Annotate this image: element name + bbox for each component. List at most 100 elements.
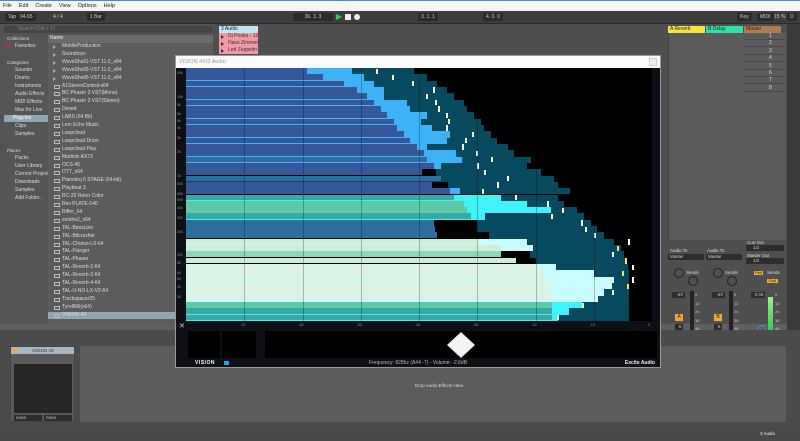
volume-master[interactable]: 0.00 [751, 292, 765, 298]
scene-launch-4[interactable]: 4 [744, 55, 785, 63]
category-instruments[interactable]: Instruments [7, 83, 41, 90]
scene-launch-8[interactable]: 8 [744, 85, 785, 92]
post-button[interactable]: Post [754, 271, 763, 275]
place-downloads[interactable]: Downloads [7, 179, 40, 186]
track-activator-b[interactable]: B [714, 314, 722, 321]
output-dropdown-a[interactable]: Master [668, 254, 704, 260]
place-samples[interactable]: Samples [7, 187, 34, 194]
clip-slot[interactable]: Hans Zimmer - 0 [219, 40, 258, 47]
band-peak-hold [556, 315, 559, 321]
collection-favorites[interactable]: Favorites [7, 43, 36, 50]
category-audio-effects[interactable]: Audio Effects [7, 91, 44, 98]
signature-field[interactable]: 4 / 4 [50, 13, 66, 21]
scene-launch-6[interactable]: 6 [744, 70, 785, 77]
cue-out-dropdown[interactable]: 1/2 [746, 245, 784, 251]
band-level [186, 245, 501, 251]
vectorscope-shape [446, 331, 476, 358]
plugin-icon [54, 187, 60, 192]
plugin-label: BC Phaser 3 VST(Stereo) [62, 98, 120, 105]
category-clips[interactable]: Clips [7, 123, 26, 130]
spectrum-plot [186, 68, 652, 321]
plugin-icon [54, 131, 60, 136]
send-b-knob[interactable] [688, 276, 698, 286]
plugin-window[interactable]: VISION 4X/3 Audio 20k 10k 8k 6k 5k 4k 3k 2k 1k 80… [175, 55, 661, 368]
close-button[interactable] [649, 58, 657, 66]
output-dropdown-b[interactable]: Master [706, 254, 742, 260]
sidechain-dropdown-b[interactable]: none [44, 415, 72, 421]
scene-launch-1[interactable]: 1 [744, 33, 785, 40]
clip-play-icon[interactable] [221, 41, 224, 46]
menu-file[interactable]: File [3, 3, 12, 9]
category-samples[interactable]: Samples [7, 131, 34, 138]
plugin-icon [54, 171, 60, 176]
song-position[interactable]: 36. 3. 3 [293, 13, 333, 21]
folder-label: WaveShell3-VST 11.0_x64 [62, 66, 122, 73]
db-axis-label: -30 [473, 323, 479, 327]
device-power-icon[interactable] [13, 348, 18, 353]
plugin-label: TAL-Flanger [62, 248, 90, 255]
send-a-knob[interactable] [713, 268, 723, 278]
menu-edit[interactable]: Edit [19, 3, 28, 9]
place-packs[interactable]: Packs [7, 155, 29, 162]
track-header-return[interactable]: Master [744, 26, 781, 33]
sidechain-dropdown-a[interactable]: none [14, 415, 42, 421]
key-map-button[interactable]: Key [737, 13, 752, 21]
plugin-label: soothe2_x64 [62, 216, 91, 223]
clip-slot[interactable]: Dj Pooka - 12. Ni [219, 33, 258, 40]
menu-help[interactable]: Help [104, 3, 115, 9]
volume-a[interactable]: -Inf [672, 292, 685, 298]
expand-icon[interactable]: ✕ [179, 322, 185, 330]
device-vision-4x[interactable]: VISION 4X none none [10, 346, 75, 422]
search-input[interactable]: Search (Ctrl + F) [4, 26, 212, 33]
scene-launch-5[interactable]: 5 [744, 63, 785, 70]
frequency-label: 300 [177, 215, 183, 220]
send-a-knob[interactable] [674, 268, 684, 278]
clip-slot[interactable]: Led Zeppelin - 0 [219, 47, 258, 54]
category-max-for-live[interactable]: Max for Live [7, 107, 42, 114]
category-drums[interactable]: Drums [7, 75, 30, 82]
clip-play-icon[interactable] [221, 48, 224, 53]
menu-options[interactable]: Options [78, 3, 97, 9]
place-current-project[interactable]: Current Project [7, 171, 49, 178]
band-peak-hold [514, 195, 517, 201]
track-activator-a[interactable]: A [675, 314, 683, 321]
menu-view[interactable]: View [59, 3, 71, 9]
loop-length[interactable]: 4. 0. 0 [483, 13, 503, 21]
vertical-scrollbar[interactable] [787, 24, 800, 330]
record-button[interactable] [354, 14, 360, 20]
band-peak-hold [507, 176, 510, 182]
scene-launch-3[interactable]: 3 [744, 48, 785, 55]
volume-b[interactable]: -Inf [712, 292, 725, 298]
expand-arrow-icon[interactable] [53, 60, 56, 65]
category-sounds[interactable]: Sounds [7, 67, 32, 74]
play-button[interactable] [336, 14, 342, 20]
stop-button[interactable] [345, 14, 351, 20]
post-button[interactable]: Post [767, 279, 778, 283]
place-user-library[interactable]: User Library [7, 163, 42, 170]
track-header-3-audio[interactable]: 3 Audio [219, 26, 258, 33]
send-b-knob[interactable] [727, 276, 737, 286]
track-header-return[interactable]: A Reverb [668, 26, 705, 33]
scene-launch-2[interactable]: 2 [744, 40, 785, 48]
expand-arrow-icon[interactable] [53, 52, 56, 57]
quantize-dropdown[interactable]: 1 Bar [87, 13, 105, 21]
clip-play-icon[interactable] [221, 34, 224, 39]
expand-arrow-icon[interactable] [53, 68, 56, 73]
expand-arrow-icon[interactable] [53, 45, 56, 49]
name-column-header[interactable]: Name [48, 35, 213, 43]
category-plug-ins[interactable]: Plug-Ins [4, 115, 48, 122]
place-add-folder-[interactable]: Add Folder... [7, 195, 43, 202]
expand-arrow-icon[interactable] [53, 76, 56, 81]
tempo-field[interactable]: 94.65 [17, 13, 36, 21]
loop-start[interactable]: 3. 1. 1 [418, 13, 438, 21]
band-peak-hold [425, 93, 428, 100]
plugin-title[interactable]: VISION 4X/3 Audio [176, 56, 660, 68]
category-midi-effects[interactable]: MIDI Effects [7, 99, 42, 106]
master-out-dropdown[interactable]: 1/2 [746, 258, 784, 264]
folder-item[interactable]: MobileProduction [48, 43, 213, 51]
scene-launch-7[interactable]: 7 [744, 77, 785, 85]
menu-create[interactable]: Create [35, 3, 52, 9]
level-meter-right [222, 331, 256, 358]
band-level [186, 194, 454, 201]
track-header-return[interactable]: B Delay [706, 26, 743, 33]
